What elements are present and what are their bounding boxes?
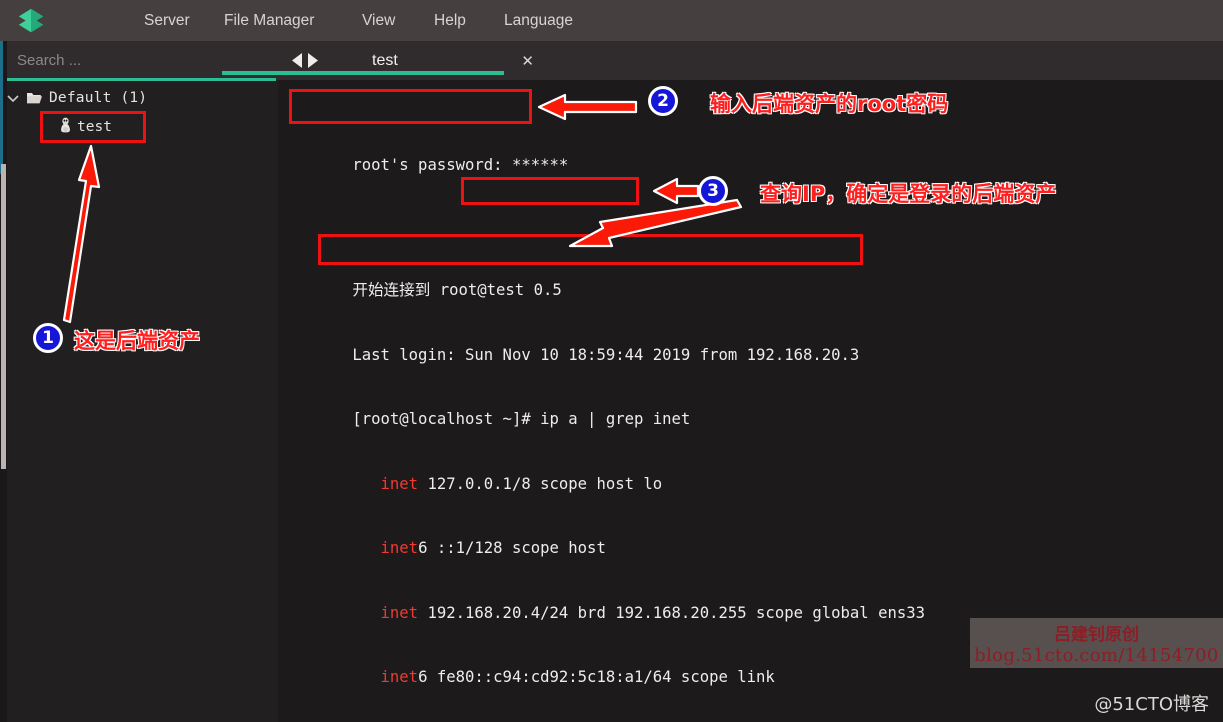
inet-keyword: inet [380,474,419,493]
search-input[interactable]: Search ... [0,52,81,69]
terminal-line-connect: 开始连接到 root@test 0.5 [296,259,1223,299]
triangle-right-icon[interactable] [306,52,319,69]
tree-item-label: test [77,119,112,135]
tree-item-test[interactable]: test [40,111,146,143]
lastlogin-text: Last login: Sun Nov 10 18:59:44 2019 fro… [352,345,860,364]
inet6-ens33-keyword: inet [380,668,419,686]
inet-ens33-rest: 192.168.20.4/24 brd 192.168.20.255 scope… [418,603,926,622]
menu-item-help[interactable]: Help [434,0,466,41]
tab-nav-arrows[interactable] [288,49,322,71]
prompt-text: [root@localhost ~]# [352,410,541,428]
inet6-keyword: inet [380,539,419,557]
inet6-ens33-rest: 6 fe80::c94:cd92:5c18:a1/64 scope link [418,668,775,686]
terminal-line-command: [root@localhost ~]# ip a | grep inet [296,388,1223,428]
linux-penguin-icon [59,117,72,138]
watermark-box: 吕建钊原创 blog.51cto.com/14154700 [970,618,1223,668]
connect-text: 开始连接到 root@test 0.5 [352,281,562,299]
chevron-down-glyph [7,94,19,102]
tree-group-default[interactable]: Default (1) [0,85,278,111]
terminal-line-lastlogin: Last login: Sun Nov 10 18:59:44 2019 fro… [296,323,1223,364]
layers-stack-icon [18,8,44,32]
sidebar-scrollbar-track[interactable] [0,41,7,722]
terminal-line-inet-lo: inet 127.0.0.1/8 scope host lo [296,452,1223,493]
menu-item-view[interactable]: View [362,0,395,41]
menu-item-server[interactable]: Server [144,0,190,41]
app-window: Server File Manager View Help Language S… [0,0,1223,722]
open-folder-icon [26,91,43,105]
terminal-line-password: root's password: ****** [296,133,1223,174]
watermark-corner: @51CTO博客 [1094,694,1209,715]
terminal-line-inet6-lo: inet6 ::1/128 scope host [296,517,1223,557]
close-icon[interactable]: ✕ [521,52,534,70]
inet-ens33-keyword: inet [380,603,419,622]
tab-label: test [372,51,398,69]
search-underline [5,78,276,81]
terminal-line-inet-ens33: inet 192.168.20.4/24 brd 192.168.20.255 … [296,581,1223,622]
inet-lo-rest: 127.0.0.1/8 scope host lo [418,474,663,493]
triangle-left-icon[interactable] [291,52,304,69]
menu-item-language[interactable]: Language [504,0,573,41]
menu-bar: Server File Manager View Help Language [0,0,1223,41]
tree-group-label: Default (1) [49,90,148,106]
sidebar-edge-accent [0,41,3,174]
tab-active-underline [222,71,504,75]
command-text: ip a | grep inet [540,410,691,428]
app-logo[interactable] [0,0,62,41]
password-prompt-text: root's password: ****** [352,155,569,174]
watermark-url: blog.51cto.com/14154700 [974,645,1219,666]
sidebar-panel: Search ... Default (1) test [0,41,278,722]
watermark-author: 吕建钊原创 [1054,625,1139,645]
inet6-lo-rest: 6 ::1/128 scope host [418,539,606,557]
menu-item-file-manager[interactable]: File Manager [224,0,314,41]
sidebar-scrollbar-thumb[interactable] [1,164,6,469]
terminal-line-inet-virbr0: inet 192.168.122.1/24 brd 192.168.122.25… [296,710,1223,722]
server-tree: Default (1) test [0,85,278,143]
